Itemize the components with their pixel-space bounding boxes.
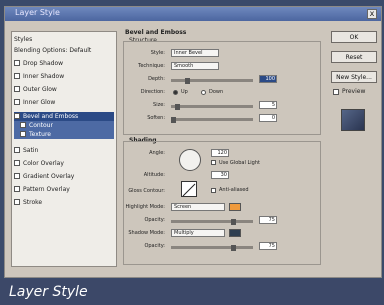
- depth-slider-handle[interactable]: [185, 78, 190, 84]
- preview-label: Preview: [342, 88, 366, 95]
- contour-curve-icon: [182, 183, 196, 197]
- angle-dial[interactable]: [179, 149, 201, 171]
- size-slider-handle[interactable]: [175, 104, 180, 110]
- checkbox[interactable]: [14, 160, 20, 166]
- shadow-color-swatch[interactable]: [229, 229, 241, 237]
- layer-style-dialog: Layer Style x Styles Blending Options: D…: [4, 6, 382, 278]
- caption-text: Layer Style: [9, 284, 88, 300]
- dialog-title: Layer Style: [15, 8, 60, 17]
- checkbox[interactable]: [14, 86, 20, 92]
- direction-up-radio[interactable]: [173, 90, 178, 95]
- styles-list-item[interactable]: Inner Glow: [14, 98, 114, 107]
- technique-label: Technique:: [138, 63, 165, 69]
- reset-button[interactable]: Reset: [331, 51, 377, 63]
- shadow-opacity-label: Opacity:: [144, 243, 165, 249]
- styles-list-item[interactable]: Gradient Overlay: [14, 172, 114, 181]
- highlight-mode-label: Highlight Mode:: [125, 204, 165, 210]
- style-preview-thumbnail: [341, 109, 365, 131]
- soften-slider[interactable]: [171, 118, 253, 121]
- angle-field[interactable]: 120: [211, 149, 229, 157]
- styles-list-item[interactable]: Stroke: [14, 198, 114, 207]
- depth-label: Depth:: [148, 76, 165, 82]
- highlight-opacity-slider[interactable]: [171, 220, 253, 223]
- global-light-checkbox[interactable]: [211, 160, 216, 165]
- depth-field[interactable]: 100: [259, 75, 277, 83]
- styles-list-subitem[interactable]: Contour: [14, 121, 114, 130]
- shadow-opacity-slider[interactable]: [171, 246, 253, 249]
- styles-list: Styles Blending Options: Default Drop Sh…: [11, 31, 117, 267]
- soften-label: Soften:: [147, 115, 165, 121]
- preview-checkbox[interactable]: [333, 89, 339, 95]
- styles-list-item[interactable]: Satin: [14, 146, 114, 155]
- anti-aliased-label: Anti-aliased: [219, 187, 249, 193]
- checkbox[interactable]: [20, 122, 26, 128]
- checkbox[interactable]: [14, 60, 20, 66]
- caption-bar: Layer Style: [0, 279, 384, 305]
- screenshot: Layer Style x Styles Blending Options: D…: [0, 0, 384, 305]
- styles-list-item[interactable]: Color Overlay: [14, 159, 114, 168]
- altitude-field[interactable]: 30: [211, 171, 229, 179]
- styles-list-item-selected[interactable]: Bevel and Emboss: [14, 112, 114, 121]
- styles-list-item[interactable]: Inner Shadow: [14, 72, 114, 81]
- gloss-contour-preview[interactable]: [181, 181, 197, 197]
- highlight-mode-dropdown[interactable]: Screen: [171, 203, 225, 211]
- size-field[interactable]: 5: [259, 101, 277, 109]
- direction-label: Direction:: [140, 89, 165, 95]
- styles-list-item[interactable]: Pattern Overlay: [14, 185, 114, 194]
- styles-list-item[interactable]: Styles: [14, 35, 114, 44]
- title-bar: Layer Style x: [5, 7, 381, 21]
- highlight-color-swatch[interactable]: [229, 203, 241, 211]
- checkbox[interactable]: [14, 113, 20, 119]
- checkbox[interactable]: [14, 99, 20, 105]
- highlight-opacity-label: Opacity:: [144, 217, 165, 223]
- settings-panel: Bevel and Emboss Structure Style: Inner …: [123, 29, 321, 269]
- style-label: Style:: [150, 50, 165, 56]
- technique-dropdown[interactable]: Smooth: [171, 62, 219, 70]
- angle-label: Angle:: [149, 150, 165, 156]
- direction-down-radio[interactable]: [201, 90, 206, 95]
- checkbox[interactable]: [14, 147, 20, 153]
- direction-up-label: Up: [181, 89, 188, 95]
- checkbox[interactable]: [14, 199, 20, 205]
- styles-list-item[interactable]: Drop Shadow: [14, 59, 114, 68]
- gloss-contour-label: Gloss Contour:: [128, 188, 165, 194]
- shadow-mode-label: Shadow Mode:: [128, 230, 165, 236]
- direction-down-label: Down: [209, 89, 224, 95]
- styles-list-subitem[interactable]: Texture: [14, 130, 114, 139]
- bevel-title: Bevel and Emboss: [125, 29, 187, 36]
- shadow-mode-dropdown[interactable]: Multiply: [171, 229, 225, 237]
- checkbox[interactable]: [14, 173, 20, 179]
- new-style-button[interactable]: New Style...: [331, 71, 377, 83]
- size-label: Size:: [153, 102, 165, 108]
- soften-field[interactable]: 0: [259, 114, 277, 122]
- style-dropdown[interactable]: Inner Bevel: [171, 49, 219, 57]
- shadow-opacity-field[interactable]: 75: [259, 242, 277, 250]
- checkbox[interactable]: [14, 73, 20, 79]
- checkbox[interactable]: [20, 131, 26, 137]
- shadow-opacity-handle[interactable]: [231, 245, 236, 251]
- checkbox[interactable]: [14, 186, 20, 192]
- size-slider[interactable]: [171, 105, 253, 108]
- styles-list-item[interactable]: Blending Options: Default: [14, 46, 114, 55]
- global-light-label: Use Global Light: [219, 160, 260, 166]
- soften-slider-handle[interactable]: [171, 117, 176, 123]
- styles-list-item[interactable]: Outer Glow: [14, 85, 114, 94]
- highlight-opacity-handle[interactable]: [231, 219, 236, 225]
- close-icon[interactable]: x: [367, 9, 377, 19]
- highlight-opacity-field[interactable]: 75: [259, 216, 277, 224]
- altitude-label: Altitude:: [143, 172, 165, 178]
- ok-button[interactable]: OK: [331, 31, 377, 43]
- anti-aliased-checkbox[interactable]: [211, 188, 216, 193]
- depth-slider[interactable]: [171, 79, 253, 82]
